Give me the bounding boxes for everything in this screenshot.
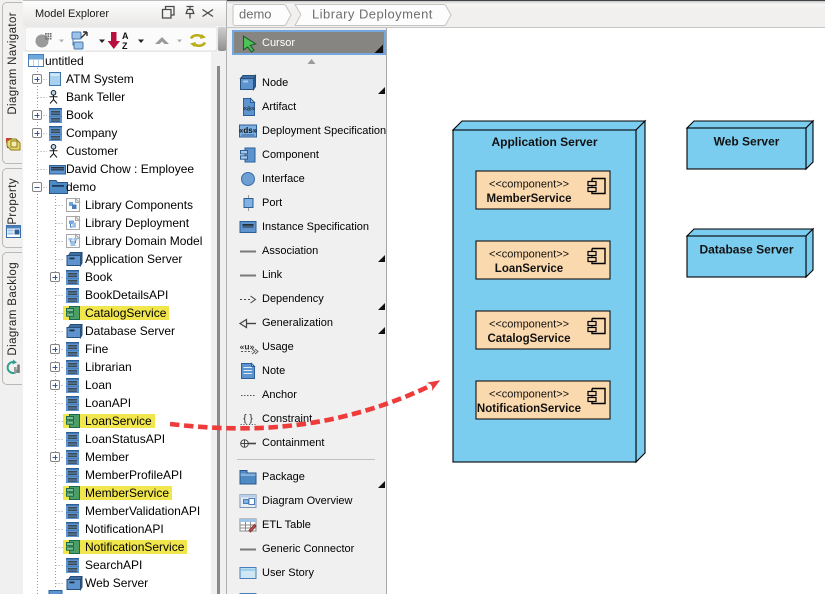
svg-text:NotificationService: NotificationService — [477, 403, 581, 415]
svg-text:Database Server: Database Server — [699, 243, 793, 257]
svg-text:CatalogService: CatalogService — [487, 333, 570, 345]
svg-text:Web Server: Web Server — [714, 135, 780, 149]
svg-text:<<component>>: <<component>> — [489, 319, 569, 331]
svg-text:<<component>>: <<component>> — [489, 249, 569, 261]
svg-text:<<component>>: <<component>> — [489, 389, 569, 401]
svg-text:LoanService: LoanService — [495, 263, 563, 275]
svg-text:<<component>>: <<component>> — [489, 179, 569, 191]
svg-text:Application Server: Application Server — [491, 135, 597, 149]
svg-text:MemberService: MemberService — [486, 193, 571, 205]
